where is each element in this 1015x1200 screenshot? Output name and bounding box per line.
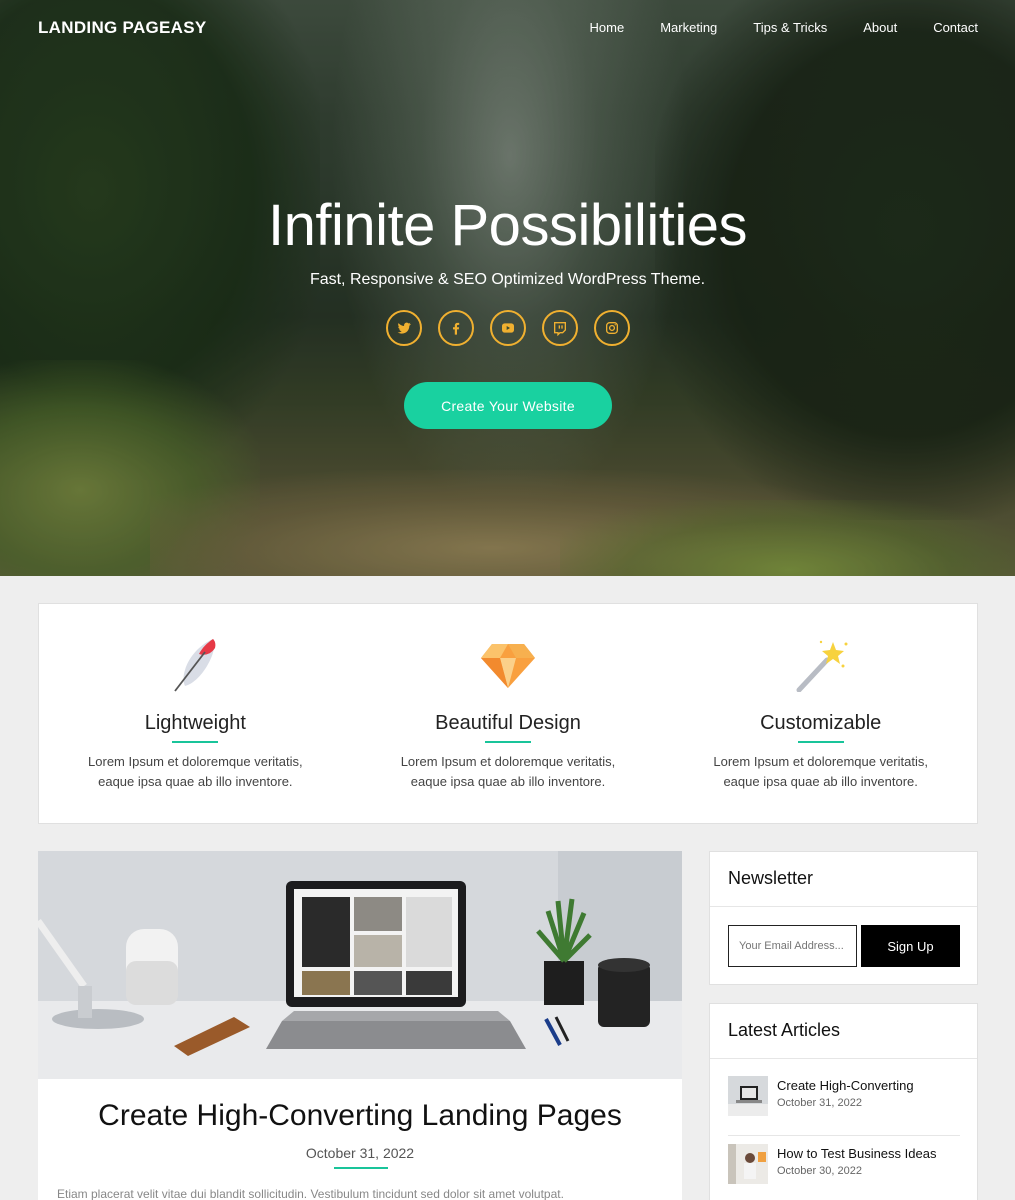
list-item[interactable]: How to Test Business Ideas October 30, 2… <box>728 1144 960 1192</box>
nav-home[interactable]: Home <box>590 20 625 35</box>
twitter-icon[interactable] <box>386 310 422 346</box>
feature-title: Beautiful Design <box>435 712 581 734</box>
feature-text: Lorem Ipsum et doloremque veritatis, eaq… <box>713 754 928 789</box>
article-date: October 30, 2022 <box>777 1165 863 1177</box>
post-card: Create High-Converting Landing Pages Oct… <box>38 851 682 1200</box>
hero-subtitle: Fast, Responsive & SEO Optimized WordPre… <box>309 271 706 288</box>
diamond-icon <box>481 644 535 688</box>
feature-underline <box>797 741 844 743</box>
post-date: October 31, 2022 <box>305 1145 415 1161</box>
feature-underline <box>172 741 219 743</box>
twitch-icon[interactable] <box>542 310 578 346</box>
feature-text: Lorem Ipsum et doloremque veritatis, eaq… <box>88 754 303 789</box>
post-underline <box>334 1167 388 1169</box>
post-title[interactable]: Create High-Converting Landing Pages <box>38 1099 682 1133</box>
newsletter-widget: Newsletter Sign Up <box>709 851 978 985</box>
article-thumbnail[interactable] <box>728 1076 768 1116</box>
divider <box>728 1135 960 1136</box>
article-title[interactable]: Create High-Converting <box>777 1078 914 1093</box>
nav-marketing[interactable]: Marketing <box>660 20 717 35</box>
site-logo[interactable]: LANDING PAGEASY <box>38 18 207 38</box>
latest-articles-widget: Latest Articles Create High-Converting O… <box>709 1003 978 1200</box>
post-featured-image[interactable] <box>38 851 682 1079</box>
feature-title: Customizable <box>760 712 882 734</box>
feature-card: Customizable Lorem Ipsum et doloremque v… <box>664 604 977 823</box>
facebook-icon[interactable] <box>438 310 474 346</box>
signup-button[interactable]: Sign Up <box>861 925 960 967</box>
widget-title: Latest Articles <box>710 1004 977 1059</box>
feather-icon <box>174 639 216 692</box>
article-thumbnail[interactable] <box>728 1144 768 1184</box>
email-input[interactable] <box>728 925 857 967</box>
feature-underline <box>485 741 531 743</box>
hero-section: LANDING PAGEASY Home Marketing Tips & Tr… <box>0 0 1015 576</box>
nav-contact[interactable]: Contact <box>933 20 978 35</box>
article-title[interactable]: How to Test Business Ideas <box>777 1146 936 1161</box>
nav-about[interactable]: About <box>863 20 897 35</box>
feature-card: Lightweight Lorem Ipsum et doloremque ve… <box>39 604 352 823</box>
feature-title: Lightweight <box>144 712 246 734</box>
post-excerpt: Etiam placerat velit vitae dui blandit s… <box>57 1187 564 1200</box>
list-item[interactable]: Create High-Converting October 31, 2022 <box>728 1076 960 1136</box>
nav-tips-tricks[interactable]: Tips & Tricks <box>753 20 827 35</box>
feature-text: Lorem Ipsum et doloremque veritatis, eaq… <box>400 754 616 789</box>
social-links <box>386 310 630 346</box>
feature-card: Beautiful Design Lorem Ipsum et doloremq… <box>352 604 665 823</box>
instagram-icon[interactable] <box>594 310 630 346</box>
features-section: Lightweight Lorem Ipsum et doloremque ve… <box>38 603 978 824</box>
create-website-button[interactable]: Create Your Website <box>404 382 612 429</box>
hero-title: Infinite Possibilities <box>268 193 748 258</box>
article-date: October 31, 2022 <box>777 1097 863 1109</box>
youtube-icon[interactable] <box>490 310 526 346</box>
main-nav: Home Marketing Tips & Tricks About Conta… <box>590 20 978 35</box>
widget-title: Newsletter <box>710 852 977 907</box>
magic-wand-icon <box>796 640 848 692</box>
